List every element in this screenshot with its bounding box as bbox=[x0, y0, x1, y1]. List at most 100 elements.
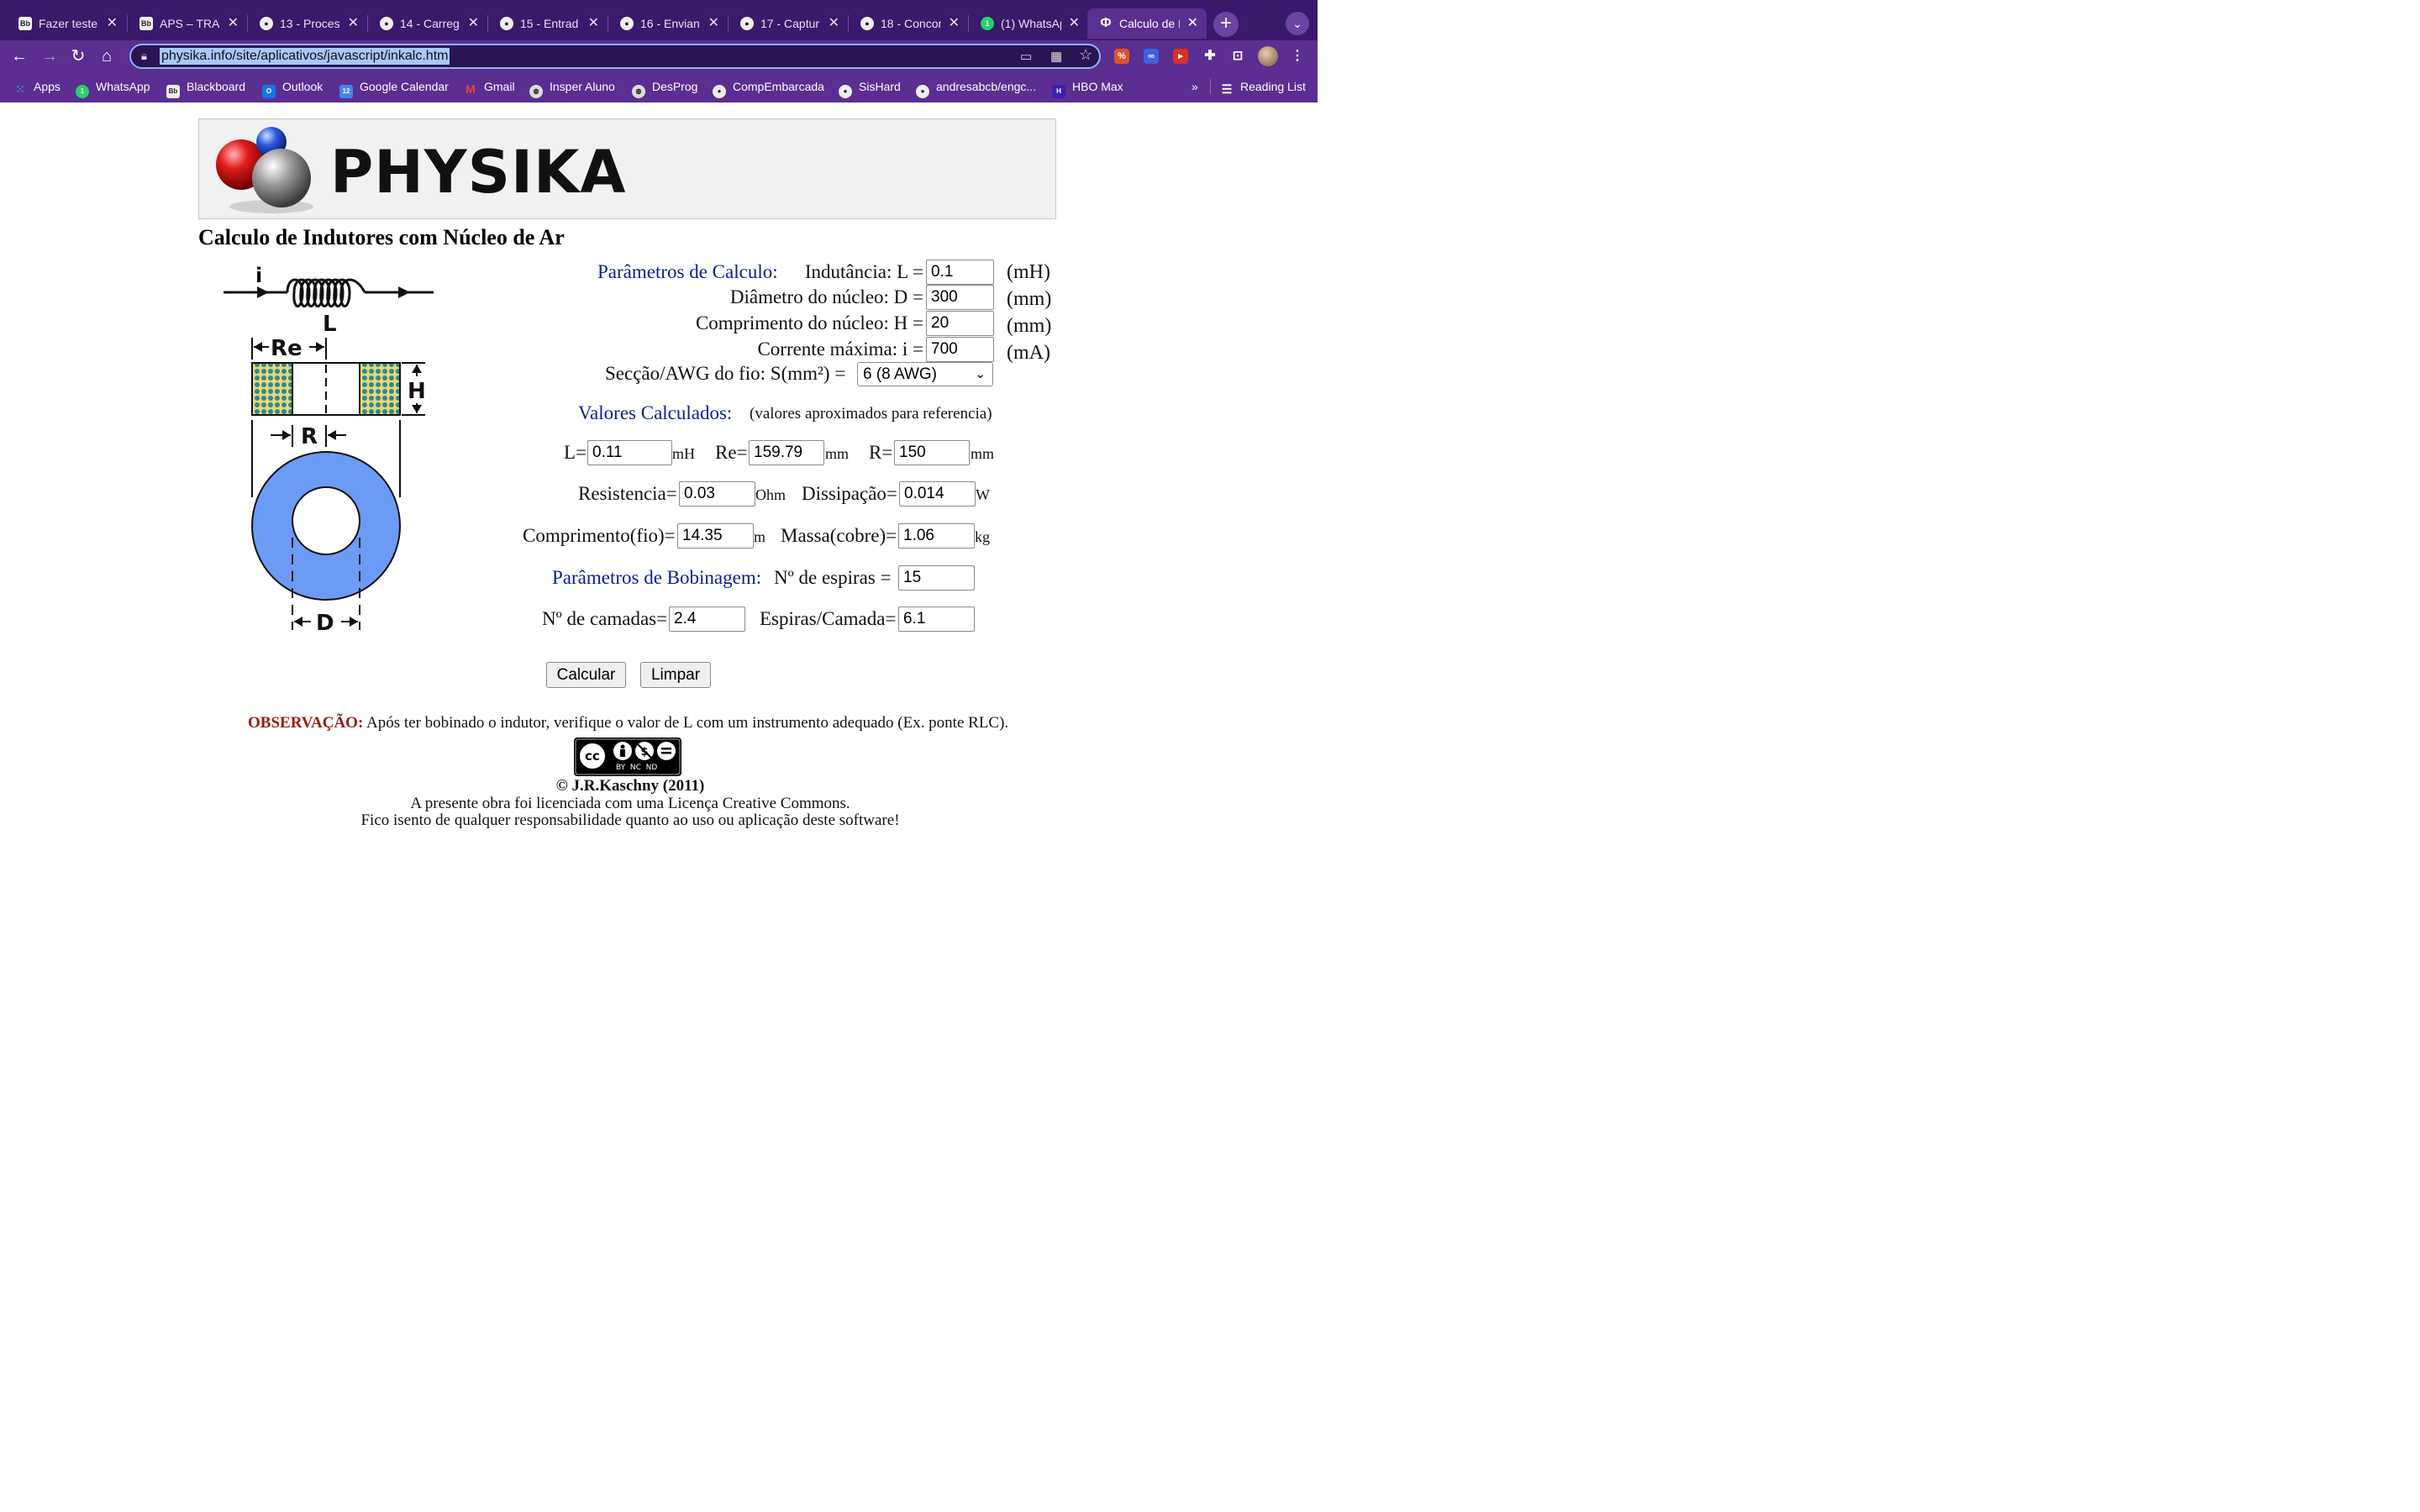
physika-banner: PHYSIKA bbox=[198, 118, 1056, 219]
tab-whatsapp[interactable]: 1 (1) WhatsAp ✕ bbox=[969, 8, 1088, 39]
qr-code-icon[interactable]: ▦ bbox=[1050, 49, 1062, 64]
lock-icon[interactable]: 🔒︎ bbox=[141, 50, 147, 63]
inductance-input[interactable] bbox=[926, 260, 994, 285]
address-bar[interactable]: 🔒︎ physika.info/site/aplicativos/javascr… bbox=[129, 44, 1101, 69]
close-tab-icon[interactable]: ✕ bbox=[829, 8, 839, 39]
length-input[interactable] bbox=[926, 311, 994, 336]
copyright: © J.R.Kaschny (2011) bbox=[555, 777, 705, 795]
diameter-label: Diâmetro do núcleo: D = bbox=[729, 286, 923, 307]
close-tab-icon[interactable]: ✕ bbox=[348, 8, 359, 39]
close-tab-icon[interactable]: ✕ bbox=[468, 8, 479, 39]
back-arrow-icon[interactable]: ← bbox=[8, 45, 30, 67]
new-tab-button[interactable]: + bbox=[1213, 12, 1239, 37]
layers-output[interactable] bbox=[669, 606, 745, 632]
calculate-button[interactable]: Calcular bbox=[546, 662, 626, 688]
tab-calculo-active[interactable]: Φ Calculo de I ✕ bbox=[1087, 8, 1207, 39]
tab-aps-tran[interactable]: BbAPS – TRAN✕ bbox=[128, 8, 247, 39]
re-calc-output[interactable] bbox=[749, 440, 824, 465]
r-calc-output[interactable] bbox=[894, 440, 970, 465]
install-app-icon[interactable]: ▭ bbox=[1020, 49, 1032, 64]
bookmark-hbo-max[interactable]: H HBO Max bbox=[1052, 74, 1123, 99]
close-tab-icon[interactable]: ✕ bbox=[1069, 8, 1080, 39]
physika-spheres-logo bbox=[216, 127, 313, 213]
tab-18-concor[interactable]: ● 18 - Concor ✕ bbox=[849, 8, 968, 39]
tab-14-carreg[interactable]: ● 14 - Carreg ✕ bbox=[368, 8, 487, 39]
current-input[interactable] bbox=[926, 337, 994, 362]
cc-text: cc bbox=[585, 748, 600, 764]
extension-link-icon[interactable]: ∞ bbox=[1144, 49, 1159, 64]
license-text: A presente obra foi licenciada com uma L… bbox=[410, 795, 850, 812]
extension-video-icon[interactable]: ▸ bbox=[1173, 49, 1188, 64]
reading-list-icon: ☰ bbox=[1221, 82, 1233, 96]
bookmark-whatsapp[interactable]: 1 WhatsApp bbox=[76, 74, 150, 99]
mass-output[interactable] bbox=[898, 523, 975, 549]
close-tab-icon[interactable]: ✕ bbox=[1187, 8, 1198, 39]
close-tab-icon[interactable]: ✕ bbox=[708, 8, 719, 39]
globe-icon: ◍ bbox=[529, 85, 543, 98]
extension-todoist-icon[interactable]: % bbox=[1114, 49, 1129, 64]
bookmark-andresabcb[interactable]: ● andresabcb/engc... bbox=[916, 74, 1036, 99]
bookmark-outlook[interactable]: O Outlook bbox=[262, 74, 323, 99]
reading-list-button[interactable]: ☰ Reading List bbox=[1220, 74, 1306, 99]
winding-heading: Parâmetros de Bobinagem: bbox=[552, 567, 762, 588]
calendar-icon: 12 bbox=[339, 85, 353, 98]
wire-length-label: Comprimento(fio)= bbox=[523, 525, 676, 546]
close-tab-icon[interactable]: ✕ bbox=[949, 8, 960, 39]
tab-16-envian[interactable]: ● 16 - Envian ✕ bbox=[608, 8, 728, 39]
resistance-output[interactable] bbox=[679, 481, 755, 507]
bookmark-gmail[interactable]: M Gmail bbox=[464, 74, 514, 99]
whatsapp-icon: 1 bbox=[76, 85, 89, 98]
bookmark-apps[interactable]: ⁙ Apps bbox=[13, 74, 60, 99]
params-heading: Parâmetros de Calculo: bbox=[597, 261, 778, 282]
bookmarks-overflow-button[interactable]: » bbox=[1192, 74, 1198, 99]
dissipation-output[interactable] bbox=[899, 481, 976, 507]
inductance-label: Indutância: L = bbox=[804, 261, 923, 282]
physika-logo-text: PHYSIKA bbox=[330, 138, 627, 207]
tab-fazer-teste[interactable]: Bb Fazer teste ✕ bbox=[7, 8, 126, 39]
creative-commons-badge[interactable]: $ cc BY NC ND bbox=[574, 738, 681, 776]
browser-chrome: BbFazer teste✕ BbAPS – TRAN✕ ●13 - Proce… bbox=[0, 0, 1318, 102]
github-icon: ● bbox=[860, 17, 874, 30]
bookmark-google-calendar[interactable]: 12 Google Calendar bbox=[339, 74, 449, 99]
label-re: Re bbox=[271, 336, 302, 361]
wire-section-label: Secção/AWG do fio: S(mm²) = bbox=[605, 363, 846, 384]
label-h: H bbox=[408, 379, 426, 404]
wire-section-select[interactable]: 6 (8 AWG) ⌄ bbox=[857, 362, 993, 386]
profile-avatar[interactable] bbox=[1258, 46, 1278, 66]
cast-icon[interactable]: ⊡ bbox=[1230, 49, 1245, 64]
tab-17-captur[interactable]: ● 17 - Captur ✕ bbox=[729, 8, 848, 39]
turns-label: Nº de espiras = bbox=[774, 567, 892, 588]
tab-search-chevron-icon[interactable]: ⌄ bbox=[1286, 12, 1309, 35]
close-tab-icon[interactable]: ✕ bbox=[588, 8, 599, 39]
bookmark-blackboard[interactable]: Bb Blackboard bbox=[166, 74, 245, 99]
tab-13-proces[interactable]: ● 13 - Proces ✕ bbox=[248, 8, 367, 39]
bookmark-sishard[interactable]: ● SisHard bbox=[839, 74, 901, 99]
gmail-icon: M bbox=[466, 82, 476, 96]
home-icon[interactable]: ⌂ bbox=[96, 45, 118, 67]
l-calc-output[interactable] bbox=[587, 440, 672, 465]
tab-15-entrad[interactable]: ● 15 - Entrad ✕ bbox=[488, 8, 608, 39]
l-calc-label: L= bbox=[564, 442, 587, 463]
close-tab-icon[interactable]: ✕ bbox=[107, 8, 118, 39]
close-tab-icon[interactable]: ✕ bbox=[228, 8, 239, 39]
menu-kebab-icon[interactable]: ⋮ bbox=[1290, 49, 1305, 64]
turns-output[interactable] bbox=[898, 565, 975, 591]
github-icon: ● bbox=[713, 85, 726, 98]
reload-icon[interactable]: ↻ bbox=[67, 45, 89, 67]
extensions-puzzle-icon[interactable]: ✚ bbox=[1202, 49, 1218, 64]
bookmark-insper-aluno[interactable]: ◍ Insper Aluno bbox=[529, 74, 615, 99]
re-calc-unit: mm bbox=[825, 445, 850, 462]
turns-per-layer-output[interactable] bbox=[898, 606, 975, 632]
diameter-input[interactable] bbox=[926, 285, 994, 310]
github-icon: ● bbox=[500, 17, 513, 30]
apps-grid-icon: ⁙ bbox=[15, 82, 25, 96]
bookmark-desprog[interactable]: ◍ DesProg bbox=[632, 74, 697, 99]
bookmark-compembarcada[interactable]: ● CompEmbarcada bbox=[713, 74, 824, 99]
url-text[interactable]: physika.info/site/aplicativos/javascript… bbox=[160, 48, 450, 65]
observation-note: OBSERVAÇÃO: Após ter bobinado o indutor,… bbox=[248, 714, 1008, 732]
bookmark-star-icon[interactable]: ☆ bbox=[1079, 46, 1092, 64]
page-title: Calculo de Indutores com Núcleo de Ar bbox=[198, 225, 565, 249]
clear-button[interactable]: Limpar bbox=[640, 662, 711, 688]
wire-length-output[interactable] bbox=[677, 523, 754, 549]
forward-arrow-icon[interactable]: → bbox=[39, 45, 60, 67]
